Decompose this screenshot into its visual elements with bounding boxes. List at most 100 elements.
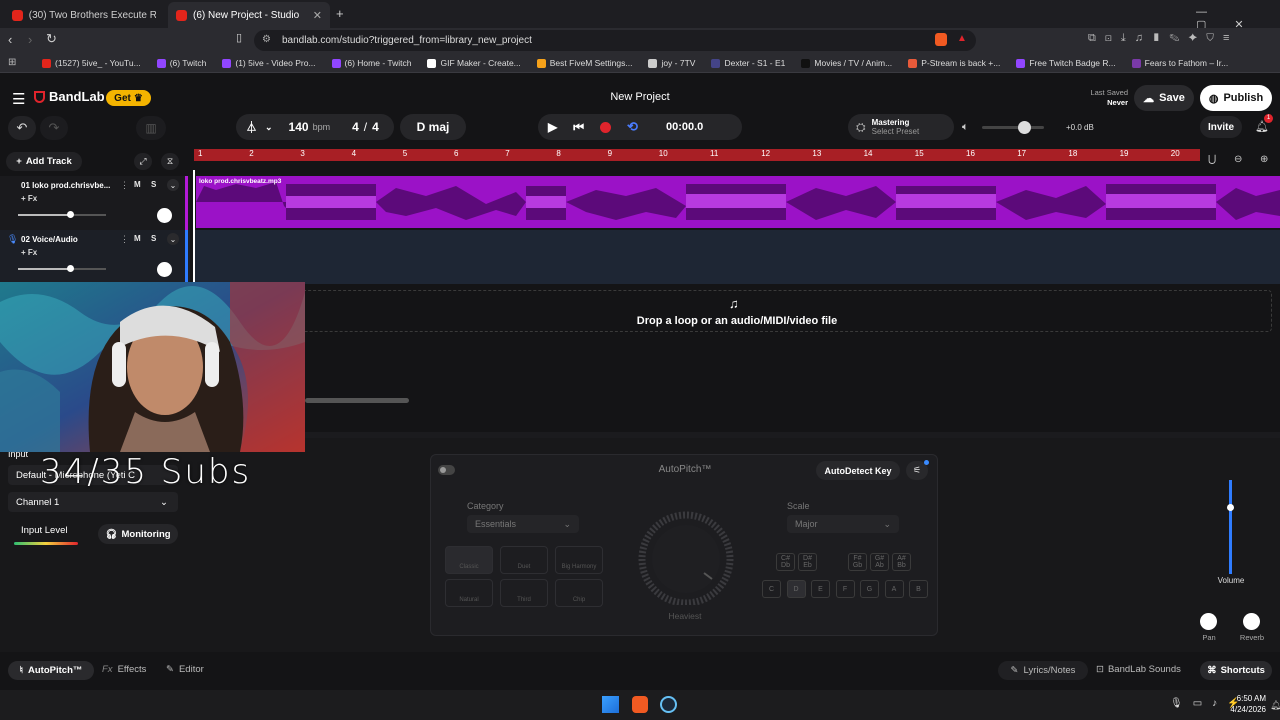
- filter-icon[interactable]: ⧖: [161, 153, 179, 170]
- key-button[interactable]: G: [860, 580, 879, 598]
- browser-extension-icons[interactable]: ⧉⊡⤓♫▮✎✦⛉≡: [1088, 32, 1238, 45]
- project-title[interactable]: New Project: [540, 91, 740, 103]
- get-premium-button[interactable]: Get ♛: [106, 90, 151, 106]
- preset-duet[interactable]: Duet: [500, 546, 548, 574]
- bookmark-item[interactable]: GIF Maker - Create...: [419, 58, 528, 68]
- track-name[interactable]: loko prod.chrisvbe...: [32, 181, 110, 190]
- clock[interactable]: 6:50 AM 4/24/2026: [1222, 693, 1266, 715]
- chevron-down-icon[interactable]: ⌄: [167, 179, 179, 191]
- steam-icon[interactable]: [660, 696, 677, 713]
- mute-button[interactable]: M: [134, 180, 141, 189]
- track-volume-handle[interactable]: [66, 265, 74, 272]
- scale-select[interactable]: Major ⌄: [787, 515, 899, 533]
- skip-back-icon[interactable]: ⏮: [573, 120, 584, 135]
- timeline-ruler[interactable]: 1 2 3 4 5 6 7 8 9 10 11 12 13 14 15 16 17 18 19 20: [194, 149, 1200, 161]
- magnet-icon[interactable]: ⋃: [1208, 154, 1216, 165]
- forward-icon[interactable]: ›: [28, 32, 32, 47]
- sharp-key-button[interactable]: C# Db: [776, 553, 795, 571]
- brave-rewards-icon[interactable]: ▲: [957, 33, 967, 44]
- preset-chip[interactable]: Chip: [555, 579, 603, 607]
- solo-button[interactable]: S: [151, 180, 156, 189]
- record-icon[interactable]: [600, 121, 612, 133]
- sharp-key-button[interactable]: F# Gb: [848, 553, 867, 571]
- chevron-down-icon[interactable]: ⌄: [265, 122, 273, 133]
- track-volume-handle[interactable]: [66, 211, 74, 218]
- zoom-out-icon[interactable]: ⊖: [1234, 154, 1242, 165]
- master-volume-slider[interactable]: [982, 121, 1044, 134]
- menu-icon[interactable]: ☰: [12, 90, 25, 108]
- bookmark-item[interactable]: Dexter - S1 - E1: [703, 58, 793, 68]
- preset-third[interactable]: Third: [500, 579, 548, 607]
- notifications-icon[interactable]: 🔔︎: [1270, 700, 1280, 711]
- loop-icon[interactable]: ⟲: [627, 119, 638, 135]
- bandlab-sounds-button[interactable]: ⊡ BandLab Sounds: [1096, 664, 1181, 675]
- add-fx-button[interactable]: + Fx: [21, 194, 37, 203]
- preset-big-harmony[interactable]: Big Harmony: [555, 546, 603, 574]
- preset-natural[interactable]: Natural: [445, 579, 493, 607]
- key-selector[interactable]: D maj: [400, 114, 466, 140]
- amount-dial[interactable]: [630, 505, 746, 605]
- bookmark-item[interactable]: Movies / TV / Anim...: [793, 58, 900, 68]
- browser-tab[interactable]: (30) Two Brothers Execute Random G: [4, 2, 164, 28]
- autopitch-tab[interactable]: ♮ AutoPitch™: [8, 661, 94, 680]
- key-button[interactable]: B: [909, 580, 928, 598]
- horizontal-scrollbar[interactable]: [305, 398, 409, 403]
- key-button[interactable]: E: [811, 580, 830, 598]
- bookmark-item[interactable]: Best FiveM Settings...: [529, 58, 641, 68]
- bookmark-item[interactable]: Free Twitch Badge R...: [1008, 58, 1123, 68]
- url-input[interactable]: bandlab.com/studio?triggered_from=librar…: [254, 30, 976, 51]
- track-header-1[interactable]: 01 loko prod.chrisvbe... ⋮ M S ⌄ + Fx: [0, 176, 190, 230]
- metronome-icon[interactable]: ⏃: [246, 119, 257, 135]
- key-button[interactable]: C: [762, 580, 781, 598]
- bookmark-item[interactable]: (6) Home - Twitch: [324, 58, 420, 68]
- track-volume-slider[interactable]: [18, 265, 106, 272]
- track-pan-knob[interactable]: [157, 208, 172, 223]
- track-options-icon[interactable]: ⋮: [120, 180, 129, 191]
- editor-tab[interactable]: ✎ Editor: [166, 664, 204, 675]
- key-button[interactable]: D: [786, 580, 806, 598]
- monitoring-button[interactable]: 🎧︎ Monitoring: [98, 524, 178, 544]
- speaker-icon[interactable]: 🔈︎: [962, 121, 969, 134]
- brave-browser-icon[interactable]: [632, 696, 648, 713]
- reload-icon[interactable]: ↻: [46, 31, 57, 47]
- bpm-value[interactable]: 140: [289, 120, 309, 134]
- sharp-key-button[interactable]: G# Ab: [870, 553, 889, 571]
- track-pan-knob[interactable]: [157, 262, 172, 277]
- publish-button[interactable]: ◍ Publish: [1200, 85, 1272, 111]
- bookmark-icon[interactable]: ▯: [236, 31, 242, 44]
- mixer-icon[interactable]: ▥: [136, 116, 166, 140]
- close-tab-icon[interactable]: ✕: [313, 9, 322, 22]
- volume-fader[interactable]: [1227, 480, 1234, 574]
- shortcuts-button[interactable]: ⌘ Shortcuts: [1200, 661, 1272, 680]
- playhead[interactable]: [193, 170, 195, 284]
- automation-icon[interactable]: ⤢: [134, 153, 152, 170]
- bookmark-item[interactable]: joy - 7TV: [640, 58, 703, 68]
- autodetect-key-button[interactable]: AutoDetect Key: [816, 461, 900, 480]
- track-options-icon[interactable]: ⋮: [120, 234, 129, 245]
- reverb-knob[interactable]: [1243, 613, 1260, 630]
- bookmark-item[interactable]: (1527) 5ive_ - YouTu...: [34, 58, 149, 68]
- solo-button[interactable]: S: [151, 234, 156, 243]
- brave-shield-icon[interactable]: [935, 33, 947, 46]
- bookmark-item[interactable]: Fears to Fathom – Ir...: [1124, 58, 1237, 68]
- key-button[interactable]: A: [884, 580, 904, 598]
- bookmark-item[interactable]: P-Stream is back +...: [900, 58, 1008, 68]
- track-header-2[interactable]: 🎙︎ 02 Voice/Audio ⋮ M S ⌄ + Fx: [0, 230, 190, 284]
- time-signature[interactable]: 4 / 4: [352, 120, 379, 134]
- mastering-button[interactable]: ⛭ Mastering Select Preset: [848, 114, 954, 140]
- track-name[interactable]: Voice/Audio: [32, 235, 78, 244]
- chevron-down-icon[interactable]: ⌄: [167, 233, 179, 245]
- bookmark-item[interactable]: (1) 5ive - Video Pro...: [214, 58, 323, 68]
- lyrics-notes-button[interactable]: ✎ Lyrics/Notes: [998, 661, 1088, 680]
- key-button[interactable]: F: [835, 580, 855, 598]
- windows-start-icon[interactable]: [602, 696, 619, 713]
- zoom-in-icon[interactable]: ⊕: [1260, 154, 1268, 165]
- track-lane-2[interactable]: [194, 230, 1280, 284]
- preset-classic[interactable]: Classic: [445, 546, 493, 574]
- add-fx-button[interactable]: + Fx: [21, 248, 37, 257]
- pan-knob[interactable]: [1200, 613, 1217, 630]
- volume-fader-handle[interactable]: [1227, 504, 1234, 511]
- sharp-key-button[interactable]: D# Eb: [798, 553, 817, 571]
- save-button[interactable]: ☁ Save: [1134, 85, 1194, 111]
- bookmark-item[interactable]: (6) Twitch: [149, 58, 215, 68]
